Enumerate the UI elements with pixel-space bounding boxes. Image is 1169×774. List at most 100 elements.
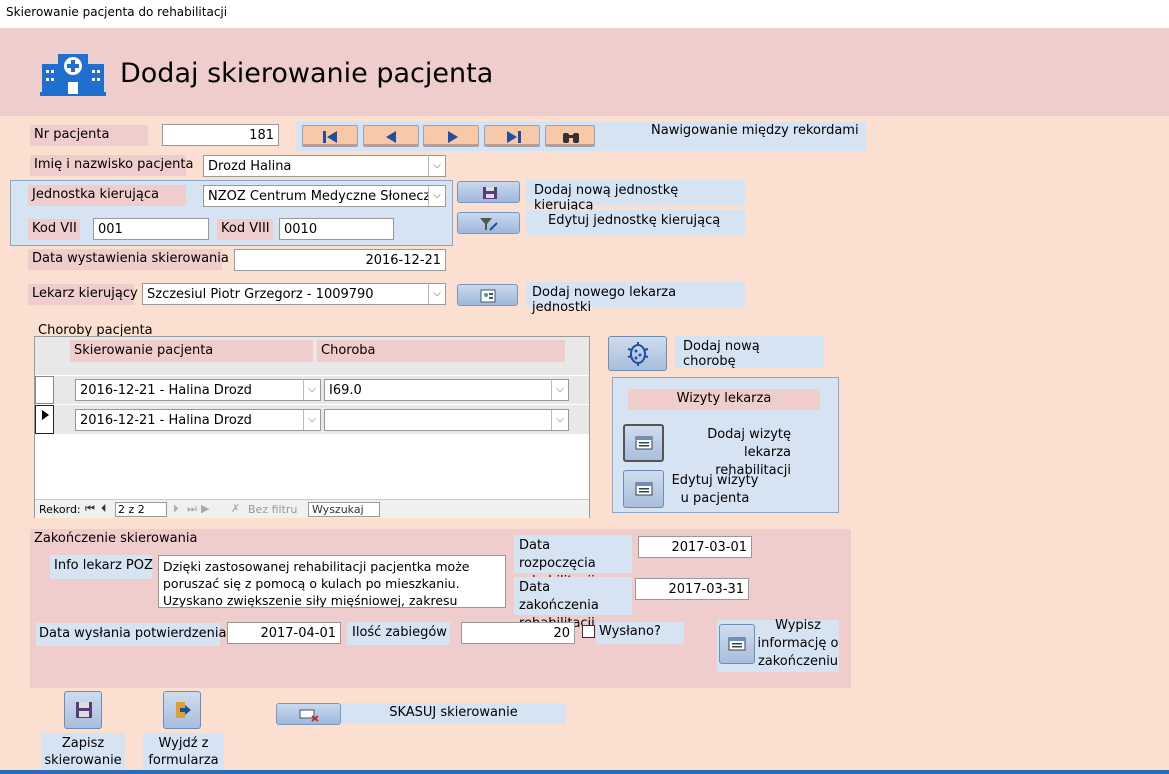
doctor-card-icon	[480, 289, 496, 303]
row-selector[interactable]	[35, 376, 54, 404]
add-unit-button[interactable]	[457, 181, 520, 203]
exit-form-label-line2: formularza	[148, 753, 219, 768]
col-referral-header: Skierowanie pacjenta	[70, 340, 313, 362]
new-record-icon[interactable]: ▶	[201, 502, 209, 515]
save-referral-button[interactable]	[64, 691, 102, 729]
next-record-icon[interactable]: ⏵	[173, 502, 179, 516]
chevron-down-icon[interactable]: ⌵	[428, 284, 445, 304]
edit-visits-label-line2: u pacjenta	[680, 491, 750, 506]
chevron-down-icon[interactable]: ⌵	[551, 410, 568, 430]
virus-icon	[627, 342, 649, 366]
end-date-label-line1: Data zakończenia	[519, 580, 599, 613]
previous-record-icon[interactable]: ⏴	[101, 502, 107, 516]
bottom-border	[0, 770, 1169, 774]
referral-date-field[interactable]: 2016-12-21	[234, 249, 446, 271]
edit-unit-button[interactable]	[457, 212, 520, 234]
form-icon	[635, 436, 653, 450]
start-date-field[interactable]: 2017-03-01	[638, 536, 752, 558]
chevron-down-icon[interactable]: ⌵	[428, 156, 445, 176]
delete-referral-label: SKASUJ skierowanie	[341, 703, 566, 724]
unit-select[interactable]: NZOZ Centrum Medyczne Słoneczny ⌵	[203, 185, 446, 207]
hospital-icon	[40, 50, 106, 96]
form-icon	[728, 637, 746, 651]
first-record-icon[interactable]: ⏮	[85, 502, 95, 516]
exit-door-icon	[176, 702, 191, 718]
info-label: Info lekarz POZ	[50, 555, 153, 579]
add-unit-label: Dodaj nową jednostkę kierującą	[526, 180, 745, 213]
info-textarea[interactable]: Dzięki zastosowanej rehabilitacji pacjen…	[158, 555, 506, 608]
row2-referral-select[interactable]: 2016-12-21 - Halina Drozd ⌵	[75, 409, 321, 431]
treatments-count-field[interactable]: 20	[461, 622, 575, 644]
row1-disease-value: I69.0	[329, 383, 362, 398]
confirm-date-field[interactable]: 2017-04-01	[227, 622, 341, 644]
edit-visits-label: Edytuj wizyty u pacjenta	[669, 472, 761, 508]
visits-title: Wizyty lekarza	[628, 389, 820, 410]
next-record-button[interactable]	[423, 125, 479, 147]
chevron-down-icon[interactable]: ⌵	[303, 380, 320, 400]
save-referral-label-line1: Zapisz	[61, 736, 105, 751]
search-input[interactable]: Wyszukaj	[308, 502, 380, 517]
col-disease-header: Choroba	[317, 340, 565, 362]
sent-label: Wysłano?	[596, 622, 684, 644]
exit-form-label: Wyjdź z formularza	[143, 733, 224, 771]
start-date-label: Data rozpoczęcia rehabilitacji	[514, 535, 632, 589]
print-info-label: Wypisz informację o zakończeniu	[757, 617, 839, 671]
window-title: Skierowanie pacjenta do rehabilitacji	[0, 0, 1169, 28]
filter-icon[interactable]: ✗	[231, 502, 240, 515]
add-visit-label-line1: Dodaj wizytę	[707, 427, 791, 442]
end-date-label: Data zakończenia rehabilitacji	[514, 577, 632, 631]
record-position-field[interactable]: 2 z 2	[115, 502, 167, 517]
exit-form-button[interactable]	[163, 691, 201, 729]
next-record-icon	[448, 131, 458, 143]
patient-name-value: Drozd Halina	[208, 159, 292, 174]
previous-record-icon	[386, 131, 396, 143]
referral-date-label: Data wystawienia skierowania	[28, 249, 229, 270]
row2-disease-select[interactable]: ⌵	[324, 409, 569, 431]
doctor-select[interactable]: Szczesiul Piotr Grzegorz - 1009790 ⌵	[142, 283, 446, 305]
binoculars-icon	[563, 133, 579, 143]
patient-nr-label: Nr pacjenta	[30, 125, 148, 146]
unit-label: Jednostka kierująca	[28, 185, 186, 206]
print-info-label-line3: zakończeniu	[757, 654, 839, 669]
patient-nr-field[interactable]: 181	[162, 124, 279, 146]
filter-label[interactable]: Bez filtru	[248, 503, 297, 516]
page-title: Dodaj skierowanie pacjenta	[120, 58, 494, 89]
current-row-icon	[42, 410, 49, 420]
save-icon	[483, 187, 497, 199]
chevron-down-icon[interactable]: ⌵	[551, 380, 568, 400]
row1-referral-select[interactable]: 2016-12-21 - Halina Drozd ⌵	[75, 379, 321, 401]
add-doctor-label: Dodaj nowego lekarza jednostki	[526, 282, 745, 315]
edit-visits-button[interactable]	[623, 470, 664, 508]
print-info-label-line1: Wypisz	[775, 618, 821, 633]
chevron-down-icon[interactable]: ⌵	[428, 186, 445, 206]
sent-checkbox[interactable]	[582, 625, 595, 638]
start-date-label-line1: Data rozpoczęcia	[519, 538, 596, 571]
completion-section-label: Zakończenie skierowania	[34, 531, 198, 546]
row1-disease-select[interactable]: I69.0 ⌵	[324, 379, 569, 401]
last-record-button[interactable]	[484, 125, 540, 147]
print-info-button[interactable]	[719, 624, 755, 664]
find-record-button[interactable]	[545, 125, 595, 147]
add-doctor-button[interactable]	[457, 284, 518, 306]
chevron-down-icon[interactable]: ⌵	[303, 410, 320, 430]
form-icon	[635, 482, 653, 496]
print-info-label-line2: informację o	[757, 636, 839, 651]
treatments-count-label: Ilość zabiegów	[347, 622, 450, 645]
patient-name-select[interactable]: Drozd Halina ⌵	[203, 155, 446, 177]
add-visit-button[interactable]	[623, 424, 664, 462]
first-record-button[interactable]	[302, 125, 358, 147]
save-referral-label-line2: skierowanie	[44, 753, 122, 768]
kod8-field[interactable]: 0010	[279, 218, 394, 240]
delete-referral-button[interactable]	[276, 703, 341, 725]
kod7-label: Kod VII	[28, 219, 80, 240]
end-date-field[interactable]: 2017-03-31	[635, 578, 749, 600]
kod7-field[interactable]: 001	[93, 218, 209, 240]
add-disease-button[interactable]	[608, 336, 667, 371]
last-record-icon[interactable]: ⏭	[187, 502, 197, 516]
filter-edit-icon	[480, 218, 498, 231]
patient-name-label: Imię i nazwisko pacjenta	[30, 155, 193, 176]
previous-record-button[interactable]	[363, 125, 419, 147]
row1-referral-value: 2016-12-21 - Halina Drozd	[80, 383, 252, 398]
save-referral-label: Zapisz skierowanie	[41, 733, 125, 771]
row-selector[interactable]	[35, 405, 54, 434]
